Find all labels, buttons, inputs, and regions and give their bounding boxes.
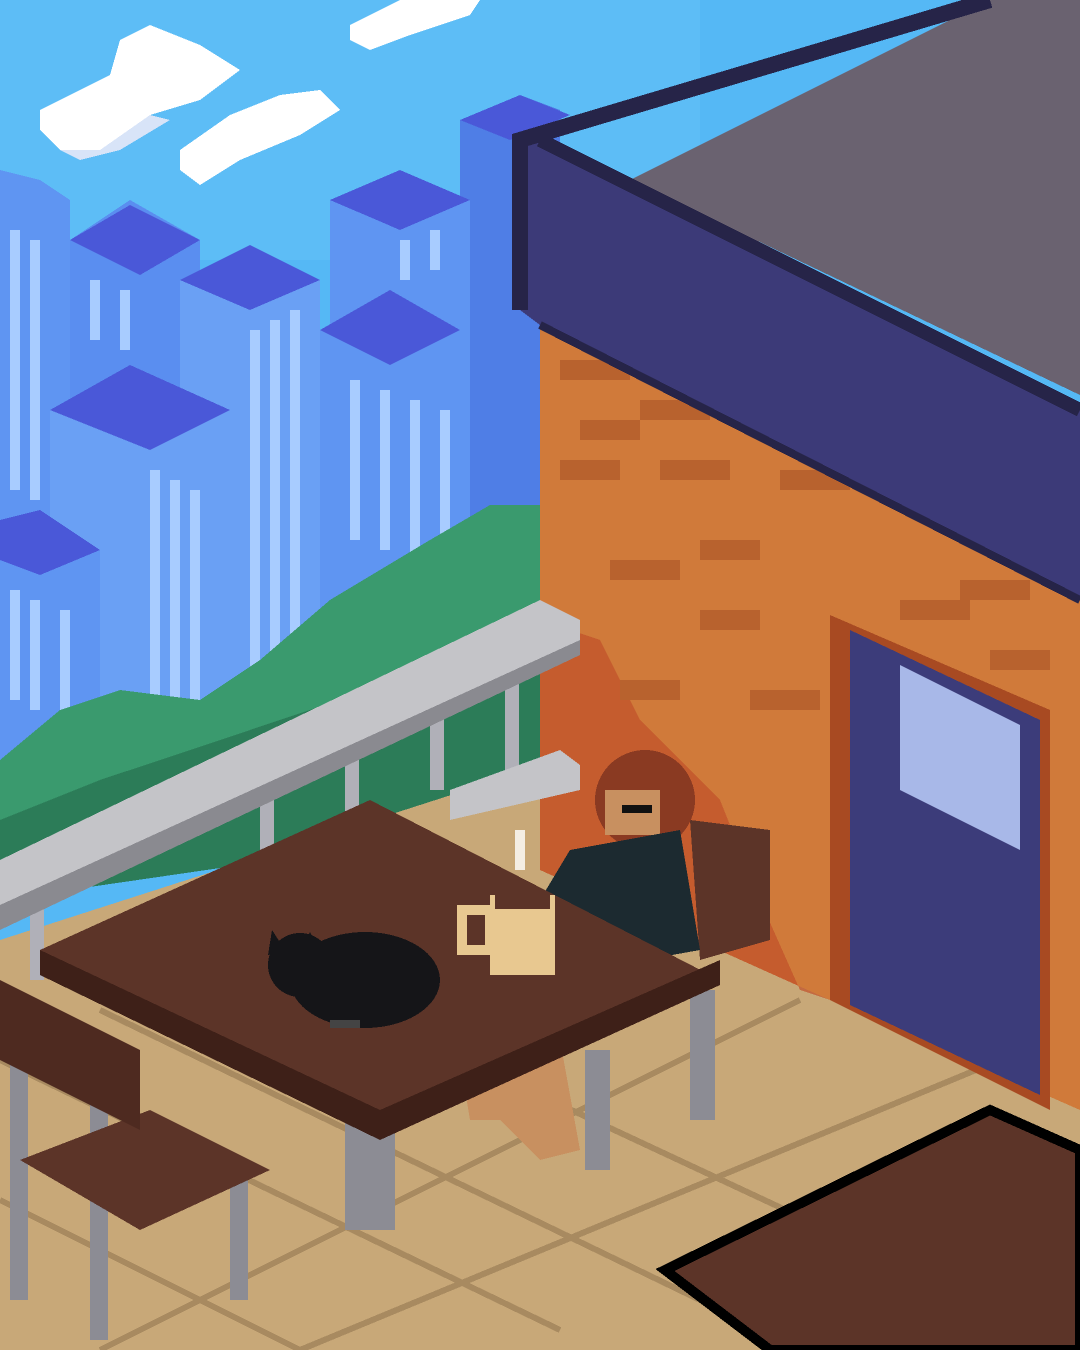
table-leg — [585, 1050, 610, 1170]
pixel-art-scene — [0, 0, 1080, 1350]
cat-paw — [330, 1020, 360, 1028]
mug-coffee — [495, 895, 550, 909]
chair-back — [690, 820, 770, 960]
sunglasses — [622, 805, 652, 813]
table-leg — [690, 990, 715, 1120]
steam — [515, 830, 525, 870]
